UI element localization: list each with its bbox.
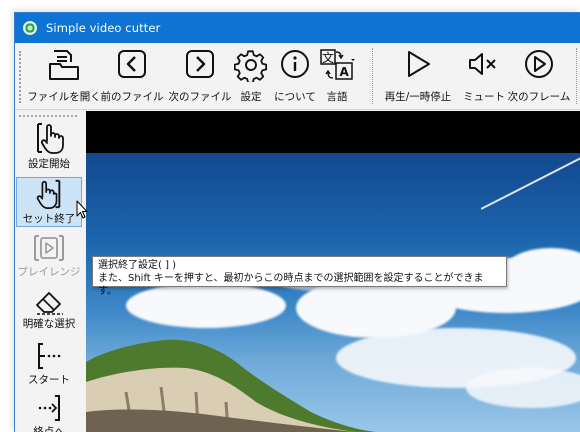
app-icon bbox=[23, 21, 37, 35]
toolbar-separator bbox=[372, 48, 373, 104]
folder-icon bbox=[49, 50, 79, 80]
next-file-label: 次のファイル bbox=[168, 91, 232, 103]
set-end-label: セット終了 bbox=[22, 213, 76, 225]
toolbar-grip[interactable] bbox=[19, 51, 21, 103]
play-range-icon bbox=[34, 235, 64, 261]
language-label: 言語 bbox=[326, 91, 348, 103]
play-pause-label: 再生/一時停止 bbox=[384, 91, 452, 103]
sidebar-grip[interactable] bbox=[19, 115, 77, 117]
next-frame-label: 次のフレーム bbox=[507, 91, 571, 103]
next-file-button[interactable]: 次のファイル bbox=[168, 43, 232, 107]
open-file-button[interactable]: ファイルを開く bbox=[27, 43, 101, 107]
prev-file-button[interactable]: 前のファイル bbox=[100, 43, 164, 107]
play-icon bbox=[408, 51, 430, 77]
mouse-cursor-icon bbox=[76, 200, 88, 219]
play-pause-button[interactable]: 再生/一時停止 bbox=[377, 43, 459, 107]
preview-range-button[interactable]: プレイレンジ bbox=[16, 233, 82, 283]
next-frame-button[interactable]: 次のフレーム bbox=[507, 43, 571, 107]
chevron-right-icon bbox=[186, 50, 214, 78]
next-frame-icon bbox=[525, 50, 553, 78]
preview-range-label: プレイレンジ bbox=[17, 266, 81, 278]
tooltip: 選択終了設定( ] ) また、Shift キーを押すと、最初からこの時点までの選… bbox=[92, 256, 507, 297]
tooltip-description: また、Shift キーを押すと、最初からこの時点までの選択範囲を設定することがで… bbox=[98, 273, 484, 297]
set-start-label: 設定開始 bbox=[28, 158, 70, 170]
hand-end-icon bbox=[36, 179, 61, 209]
about-button[interactable]: について bbox=[273, 43, 317, 107]
cliff bbox=[86, 339, 376, 432]
gear-icon bbox=[234, 50, 268, 82]
go-start-button[interactable]: スタート bbox=[16, 341, 82, 387]
set-start-button[interactable]: 設定開始 bbox=[16, 121, 82, 171]
settings-button[interactable]: 設定 bbox=[233, 43, 269, 107]
cloud bbox=[466, 368, 580, 408]
hand-start-icon bbox=[37, 123, 64, 154]
prev-file-label: 前のファイル bbox=[100, 91, 164, 103]
info-icon bbox=[281, 50, 309, 78]
go-start-icon bbox=[38, 343, 61, 369]
tooltip-title: 選択終了設定( ] ) bbox=[98, 260, 177, 271]
go-end-label: 終点へ bbox=[33, 426, 65, 432]
toolbar-separator bbox=[576, 48, 577, 104]
clear-selection-label: 明確な選択 bbox=[22, 318, 76, 330]
about-label: について bbox=[274, 91, 316, 103]
chevron-left-icon bbox=[118, 50, 146, 78]
app-window: Simple video cutter ファイルを開く 前のファイル 次のファイ… bbox=[14, 12, 580, 432]
contrail bbox=[480, 144, 580, 210]
eraser-icon bbox=[36, 292, 63, 315]
settings-label: 設定 bbox=[240, 91, 262, 103]
sidebar: 設定開始 セット終了 プレイレンジ 明確な選択 スタート 終点へ bbox=[15, 111, 85, 432]
title-bar[interactable]: Simple video cutter bbox=[15, 13, 580, 43]
clear-selection-button[interactable]: 明確な選択 bbox=[16, 289, 82, 337]
go-end-button[interactable]: 終点へ bbox=[16, 393, 82, 432]
toolbar: ファイルを開く 前のファイル 次のファイル 設定 について 文 A 言語 再生/… bbox=[15, 43, 580, 110]
mute-button[interactable]: ミュート bbox=[461, 43, 507, 107]
open-file-label: ファイルを開く bbox=[27, 91, 101, 103]
window-title: Simple video cutter bbox=[46, 21, 161, 35]
language-button[interactable]: 文 A 言語 bbox=[317, 43, 357, 107]
mute-label: ミュート bbox=[463, 91, 505, 103]
set-end-button[interactable]: セット終了 bbox=[16, 177, 82, 227]
go-start-label: スタート bbox=[28, 374, 70, 386]
go-end-icon bbox=[38, 395, 60, 421]
svg-text:文: 文 bbox=[322, 50, 334, 65]
translate-icon: 文 A bbox=[320, 49, 355, 80]
svg-text:A: A bbox=[340, 65, 350, 79]
speaker-mute-icon bbox=[469, 53, 496, 75]
